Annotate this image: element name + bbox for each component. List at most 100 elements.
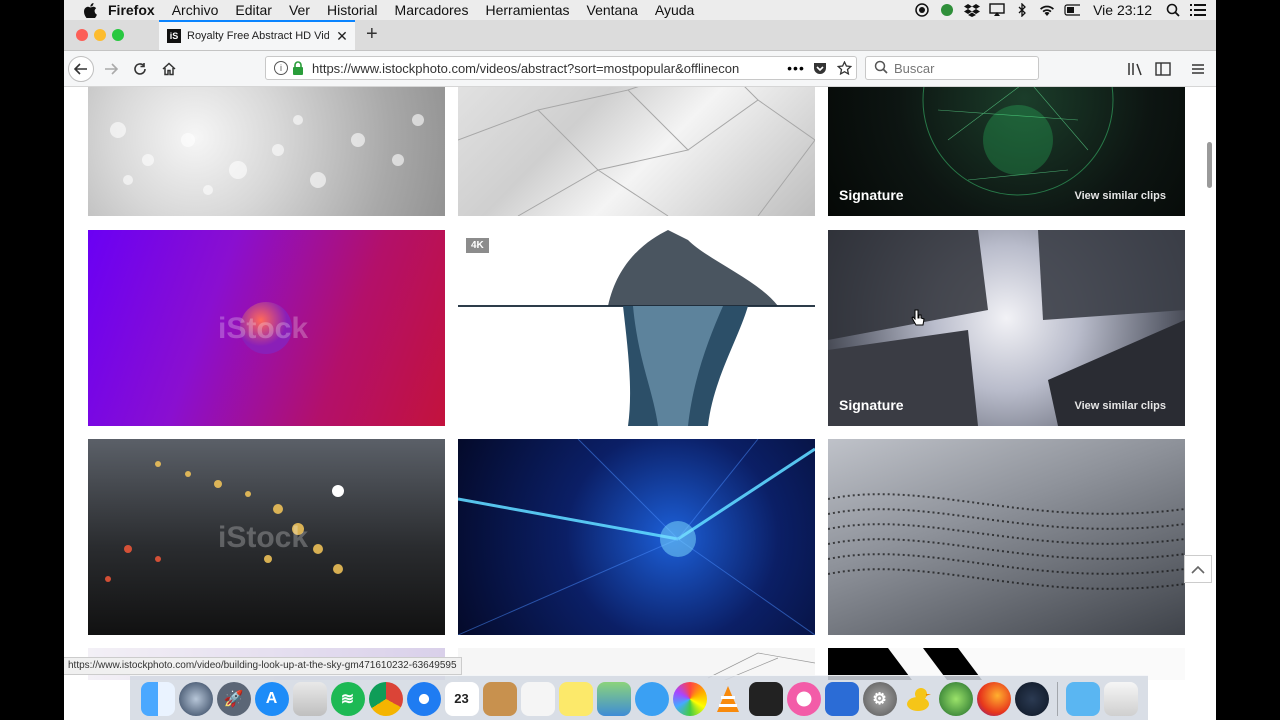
back-to-top-button[interactable] (1184, 555, 1212, 583)
firefox-icon[interactable] (976, 681, 1011, 716)
menu-archivo[interactable]: Archivo (172, 2, 219, 18)
cyberduck-icon[interactable] (901, 682, 935, 716)
reload-button[interactable] (127, 56, 153, 82)
menu-herramientas[interactable]: Herramientas (485, 2, 569, 18)
hand-cursor-icon (911, 309, 925, 326)
mac-dock: 🚀 A ≋ 23 ♪ ⚙ (130, 675, 1148, 720)
video-tile-buildings-sky[interactable]: Signature View similar clips (828, 230, 1185, 426)
library-icon[interactable] (1122, 56, 1148, 82)
new-tab-plus-icon[interactable]: + (366, 23, 378, 46)
battery-icon[interactable] (1064, 3, 1081, 17)
menu-ventana[interactable]: Ventana (587, 2, 638, 18)
menubar-tray: Vie 23:12 (914, 2, 1216, 18)
notes-icon[interactable] (558, 681, 593, 716)
menu-marcadores[interactable]: Marcadores (395, 2, 469, 18)
spotlight-search-icon[interactable] (1165, 3, 1181, 17)
apple-icon[interactable] (82, 2, 98, 18)
menubar-clock[interactable]: Vie 23:12 (1093, 2, 1152, 18)
zoom-window-button[interactable] (112, 29, 124, 41)
record-icon[interactable] (914, 3, 930, 17)
menu-ver[interactable]: Ver (289, 2, 310, 18)
close-window-button[interactable] (76, 29, 88, 41)
dot-wave-thumbnail (828, 493, 1185, 590)
dropbox-icon[interactable] (964, 3, 981, 17)
search-field[interactable]: Buscar (865, 56, 1039, 80)
textedit-icon[interactable] (520, 681, 555, 716)
menu-editar[interactable]: Editar (235, 2, 272, 18)
istock-watermark: iStock (218, 312, 309, 345)
screen: Firefox Archivo Editar Ver Historial Mar… (0, 0, 1280, 720)
bokeh-thumbnail (110, 114, 424, 195)
video-tile-green-globe[interactable]: Signature View similar clips (828, 87, 1185, 216)
trash-icon[interactable] (1103, 681, 1138, 716)
site-info-icon[interactable]: i (274, 61, 288, 75)
video-tile-dot-wave[interactable] (828, 439, 1185, 635)
airplay-icon[interactable] (989, 3, 1005, 17)
menu-historial[interactable]: Historial (327, 2, 378, 18)
search-icon (874, 60, 888, 77)
url-bar[interactable]: i https://www.istockphoto.com/videos/abs… (265, 56, 857, 80)
video-tile-white-polygons[interactable] (458, 87, 815, 216)
video-tile-blue-tunnel[interactable] (458, 439, 815, 635)
wunderlist-icon[interactable] (824, 681, 859, 716)
video-tile-purple-sphere[interactable]: iStock (88, 230, 445, 426)
video-tile-city-lights[interactable]: iStock (88, 439, 445, 635)
scrollbar-thumb[interactable] (1207, 142, 1212, 188)
system-preferences-gear-icon[interactable]: ⚙ (862, 681, 897, 716)
splash-thumbnail (458, 230, 815, 426)
calendar-icon[interactable]: 23 (444, 681, 479, 716)
siri-icon[interactable] (178, 681, 213, 716)
calendar-day: 23 (454, 691, 469, 706)
home-button[interactable] (156, 56, 182, 82)
menu-firefox[interactable]: Firefox (108, 2, 155, 18)
sidebar-toggle-icon[interactable] (1150, 56, 1176, 82)
safari-icon[interactable] (406, 681, 441, 716)
tunnel-thumbnail (458, 439, 815, 635)
signature-label: Signature (839, 187, 904, 203)
minimize-window-button[interactable] (94, 29, 106, 41)
wifi-icon[interactable] (1039, 3, 1055, 17)
vlc-icon[interactable] (711, 682, 745, 716)
close-tab-icon[interactable]: ✕ (335, 28, 349, 45)
back-button[interactable] (68, 56, 94, 82)
secure-lock-icon[interactable] (292, 61, 306, 75)
photos-icon[interactable] (672, 681, 707, 716)
page-scrollbar[interactable] (1202, 87, 1216, 680)
bookmark-star-icon[interactable] (832, 61, 856, 75)
steam-icon[interactable] (1014, 681, 1049, 716)
polygons-thumbnail (458, 87, 815, 216)
downloads-folder-icon[interactable] (1065, 681, 1100, 716)
messages-icon[interactable] (634, 681, 669, 716)
left-letterbox (0, 0, 64, 720)
final-cut-clapper-icon[interactable] (748, 681, 783, 716)
video-tile-water-splash[interactable]: 4K (458, 230, 815, 426)
page-actions-more-icon[interactable]: ••• (784, 60, 808, 76)
page-content: Signature View similar clips iStock 4K S… (64, 87, 1216, 680)
istock-watermark: iStock (218, 521, 309, 554)
bluetooth-icon[interactable] (1014, 3, 1030, 17)
spotify-icon[interactable]: ≋ (330, 681, 365, 716)
video-tile-bokeh-silver[interactable] (88, 87, 445, 216)
app-store-icon[interactable]: A (254, 681, 289, 716)
itunes-icon[interactable]: ♪ (786, 681, 821, 716)
view-similar-clips-link[interactable]: View similar clips (1074, 400, 1166, 412)
notes-stickies-icon[interactable] (292, 681, 327, 716)
active-tab[interactable]: iS Royalty Free Abstract HD Video ✕ (159, 20, 355, 50)
chrome-icon[interactable] (368, 681, 403, 716)
launchpad-rocket-icon[interactable]: 🚀 (216, 681, 251, 716)
url-text[interactable]: https://www.istockphoto.com/videos/abstr… (312, 61, 784, 76)
view-similar-clips-link[interactable]: View similar clips (1074, 190, 1166, 202)
greenshot-icon[interactable] (938, 681, 973, 716)
signature-label: Signature (839, 397, 904, 413)
tab-title: Royalty Free Abstract HD Video (187, 30, 329, 42)
pocket-icon[interactable] (808, 62, 832, 75)
dock-separator (1056, 681, 1058, 716)
app-status-icon[interactable] (939, 3, 955, 17)
hamburger-menu-icon[interactable] (1185, 56, 1211, 82)
finder-icon[interactable] (140, 681, 175, 716)
maps-icon[interactable] (596, 681, 631, 716)
notification-center-icon[interactable] (1190, 3, 1206, 17)
forward-button[interactable] (98, 56, 124, 82)
contacts-icon[interactable] (482, 681, 517, 716)
menu-ayuda[interactable]: Ayuda (655, 2, 694, 18)
